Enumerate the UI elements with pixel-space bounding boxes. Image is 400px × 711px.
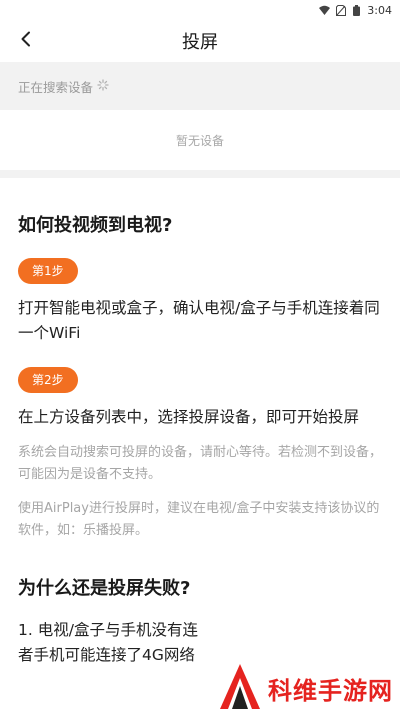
reason-line-1: 1. 电视/盒子与手机没有连: [18, 621, 198, 639]
status-bar: 3:04: [0, 0, 400, 20]
status-time: 3:04: [367, 3, 392, 17]
loading-spinner-icon: [97, 78, 109, 94]
step-2-text: 在上方设备列表中，选择投屏设备，即可开始投屏: [18, 408, 360, 426]
watermark-text: 科维手游网: [268, 677, 393, 705]
step-1-text: 打开智能电视或盒子，确认电视/盒子与手机连接着同一个WiFi: [18, 299, 380, 342]
wifi-icon: [319, 5, 331, 16]
step-1-badge: 第1步: [18, 258, 78, 284]
search-status: 正在搜索设备: [0, 62, 400, 110]
battery-icon: [351, 4, 362, 16]
step-2-badge: 第2步: [18, 367, 78, 393]
chevron-left-icon: [20, 31, 32, 51]
device-list: 暂无设备: [0, 110, 400, 170]
page-title: 投屏: [182, 32, 218, 53]
watermark: 科维手游网: [220, 664, 400, 711]
note-2: 使用AirPlay进行投屏时，建议在电视/盒子中安装支持该协议的软件，如：乐播投…: [18, 501, 380, 538]
failure-title: 为什么还是投屏失败?: [18, 578, 191, 599]
reason-line-2: 者手机可能连接了4G网络: [18, 646, 195, 664]
nav-bar: 投屏: [0, 20, 400, 62]
note-1: 系统会自动搜索可投屏的设备，请耐心等待。若检测不到设备，可能因为是设备不支持。: [18, 445, 383, 482]
no-sim-icon: [335, 4, 346, 16]
watermark-logo-icon: [220, 664, 260, 711]
back-button[interactable]: [12, 27, 40, 55]
search-status-label: 正在搜索设备: [18, 79, 94, 95]
guide-section: 如何投视频到电视? 第1步 打开智能电视或盒子，确认电视/盒子与手机连接着同一个…: [0, 178, 400, 711]
guide-title: 如何投视频到电视?: [18, 215, 173, 236]
empty-device-text: 暂无设备: [175, 133, 224, 148]
